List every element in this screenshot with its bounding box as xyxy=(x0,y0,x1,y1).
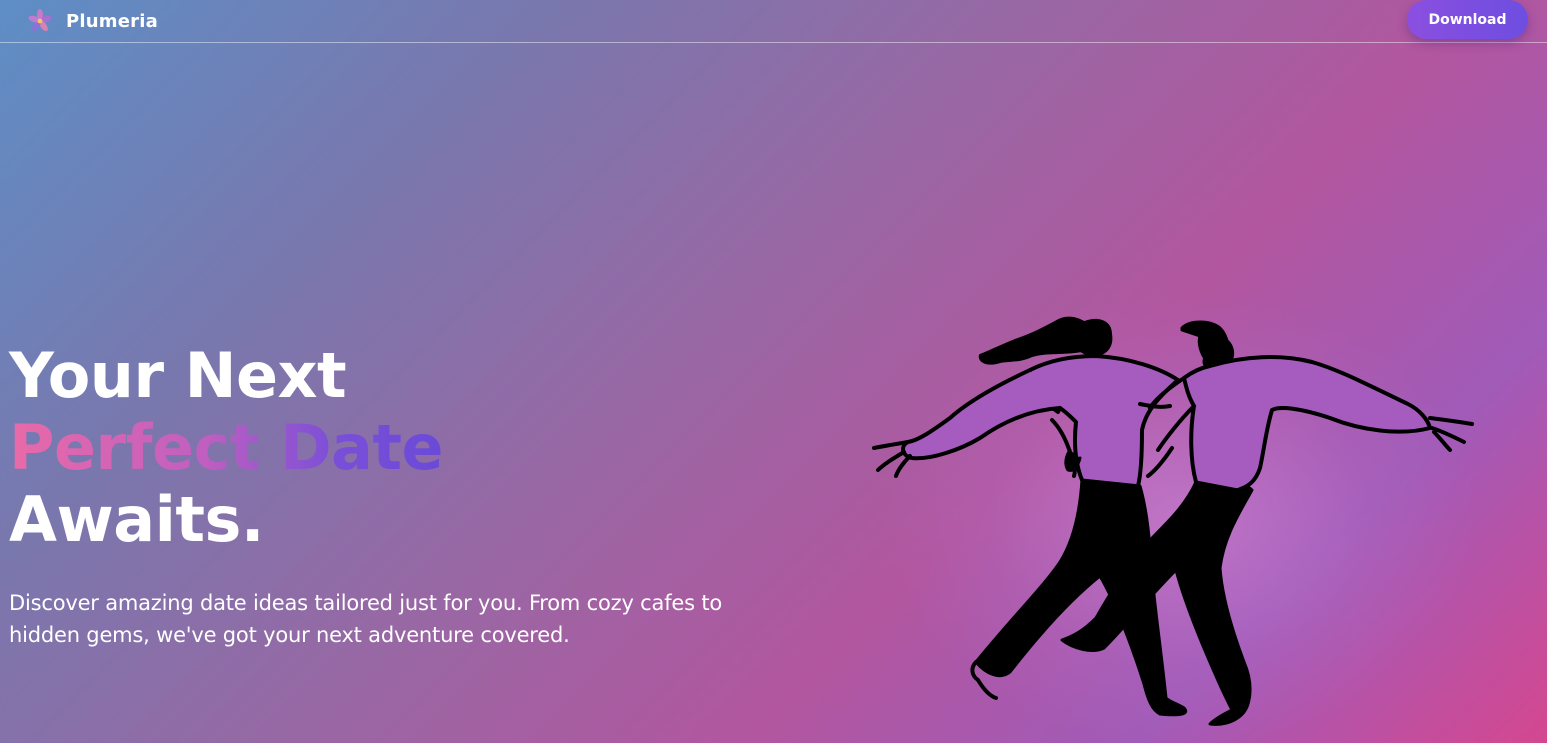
dancing-couple-illustration xyxy=(872,316,1474,726)
hero-title-line-1: Your Next xyxy=(9,339,347,412)
plumeria-flower-icon xyxy=(28,9,52,32)
hero-title-accent: Perfect Date xyxy=(9,411,444,484)
top-navbar: Plumeria Download xyxy=(0,0,1547,43)
brand-logo-link[interactable]: Plumeria xyxy=(28,7,158,35)
download-button[interactable]: Download xyxy=(1407,0,1528,39)
hero-title: Your Next Perfect Date Awaits. xyxy=(9,339,444,556)
hero-title-line-3: Awaits. xyxy=(9,483,264,556)
woman-figure xyxy=(872,316,1188,717)
hero-subtitle: Discover amazing date ideas tailored jus… xyxy=(9,591,723,647)
brand-name: Plumeria xyxy=(66,10,158,32)
